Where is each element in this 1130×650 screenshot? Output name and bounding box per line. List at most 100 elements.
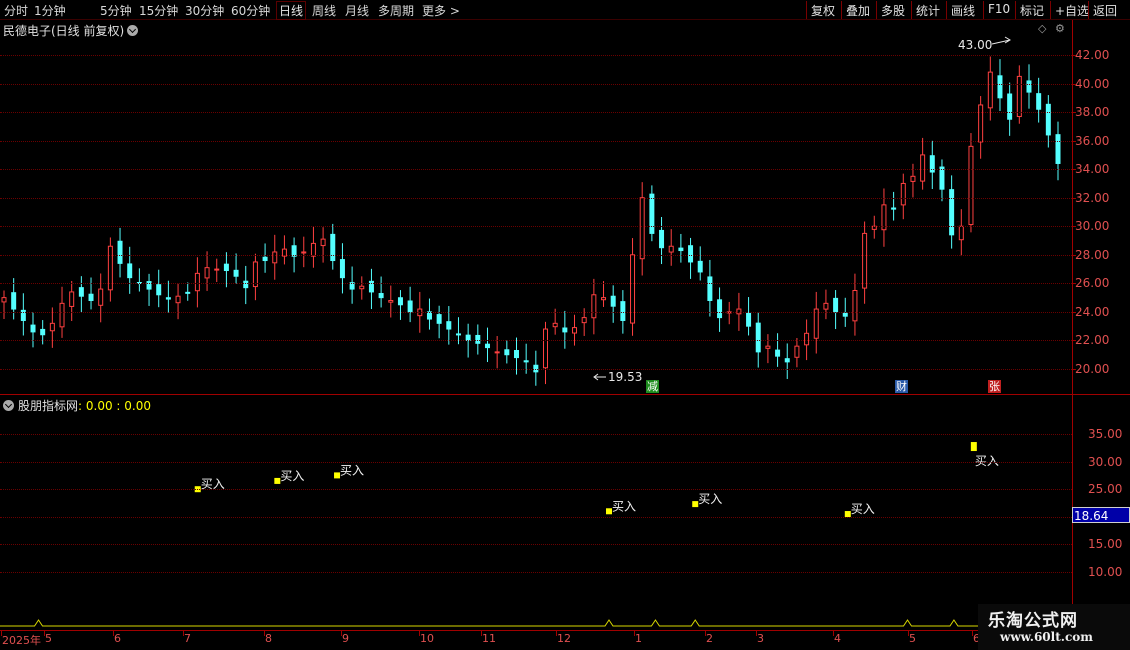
badge-finance[interactable]: 财: [895, 380, 908, 393]
tab-60min[interactable]: 60分钟: [231, 2, 270, 19]
tab-15min[interactable]: 15分钟: [139, 2, 178, 19]
tab-1min[interactable]: 1分钟: [34, 2, 66, 19]
y-tick-mark: [1072, 369, 1076, 370]
badge-rise[interactable]: 张: [988, 380, 1001, 393]
candlestick-chart[interactable]: [0, 20, 1072, 394]
indicator-y-tick-label: 35.00: [1088, 427, 1123, 441]
y-tick-mark: [1072, 83, 1076, 85]
candle-body: [746, 312, 752, 327]
candle-body: [378, 293, 384, 299]
date-label: 2025年: [2, 634, 41, 647]
overlay-button[interactable]: 叠加: [841, 1, 874, 19]
candle-body: [301, 251, 307, 254]
low-price-label: 19.53: [608, 370, 643, 384]
candle-body: [823, 302, 829, 310]
indicator-gridline: [0, 489, 1072, 491]
y-tick-mark: [1072, 197, 1076, 199]
date-tick-mark: [556, 630, 557, 636]
candle-body: [572, 327, 578, 334]
candle-body: [494, 351, 500, 354]
high-price-label: 43.00: [958, 38, 993, 52]
period-toolbar: 分时 1分钟 5分钟 15分钟 30分钟 60分钟 日线 周线 月线 多周期 更…: [0, 0, 1130, 20]
candle-body: [117, 240, 123, 264]
y-tick-mark: [1072, 311, 1076, 313]
candle-body: [939, 166, 945, 190]
indicator-chart[interactable]: 买入买入 买入买入买入买入买入: [0, 395, 1072, 630]
candle-body: [649, 193, 655, 234]
candle-body: [707, 276, 713, 301]
fuquan-button[interactable]: 复权: [806, 1, 839, 19]
candle-body: [11, 292, 17, 310]
y-tick-label: 38.00: [1075, 105, 1110, 120]
candle-body: [552, 322, 558, 328]
candle-body: [165, 297, 171, 300]
candle-body: [804, 332, 810, 346]
date-tick-mark: [264, 630, 265, 636]
y-tick-label: 28.00: [1075, 247, 1110, 262]
candle-body: [591, 294, 597, 319]
candle-body: [523, 360, 529, 363]
candle-body: [543, 328, 549, 369]
candle-body: [755, 322, 761, 353]
buy-signal-label: 买入: [280, 469, 304, 483]
gridline: [0, 140, 1072, 142]
candle-body: [775, 349, 781, 357]
x-axis-line: [0, 630, 978, 631]
candle-body: [1016, 75, 1022, 118]
indicator-gridline: [0, 516, 1072, 518]
mark-button[interactable]: 标记: [1015, 1, 1048, 19]
tab-weekly[interactable]: 周线: [312, 2, 336, 19]
date-label: 11: [482, 632, 496, 645]
back-button[interactable]: 返回: [1088, 1, 1121, 19]
candle-body: [601, 297, 607, 301]
candle-body: [852, 290, 858, 322]
watermark: 乐淘公式网 www.60lt.com: [978, 604, 1130, 650]
candle-body: [813, 308, 819, 339]
gridline: [0, 55, 1072, 56]
multi-stock-button[interactable]: 多股: [876, 1, 909, 19]
candle-body: [513, 350, 519, 359]
y-tick-label: 20.00: [1075, 362, 1110, 376]
y-tick-label: 36.00: [1075, 133, 1110, 148]
date-tick-mark: [634, 630, 635, 636]
y-tick-label: 42.00: [1075, 48, 1110, 62]
tab-monthly[interactable]: 月线: [345, 2, 369, 19]
date-tick-mark: [183, 630, 184, 636]
candle-body: [987, 71, 993, 109]
candle-body: [784, 358, 790, 363]
draw-line-button[interactable]: 画线: [946, 1, 979, 19]
tab-5min[interactable]: 5分钟: [100, 2, 132, 19]
watermark-url: www.60lt.com: [1000, 630, 1093, 644]
badge-reduce[interactable]: 减: [646, 380, 659, 393]
f10-button[interactable]: F10: [983, 1, 1014, 19]
candle-body: [997, 75, 1003, 99]
tab-more[interactable]: 更多 >: [422, 2, 460, 19]
candle-body: [214, 268, 220, 271]
y-tick-mark: [1072, 226, 1076, 228]
candle-body: [233, 269, 239, 277]
y-tick-label: 32.00: [1075, 190, 1110, 205]
candle-body: [668, 245, 674, 253]
candle-body: [127, 263, 133, 279]
indicator-y-tick-label: 10.00: [1088, 565, 1123, 579]
candle-body: [610, 295, 616, 307]
candle-body: [49, 322, 55, 332]
add-watchlist-button[interactable]: +自选: [1050, 1, 1093, 19]
tab-multi[interactable]: 多周期: [378, 2, 414, 19]
candle-body: [223, 263, 229, 272]
candle-body: [1036, 93, 1042, 110]
date-label: 4: [834, 632, 841, 645]
stats-button[interactable]: 统计: [911, 1, 944, 19]
gridline: [0, 169, 1072, 171]
candle-body: [717, 299, 723, 319]
candle-body: [688, 245, 694, 263]
tab-daily[interactable]: 日线: [276, 1, 307, 20]
tab-30min[interactable]: 30分钟: [185, 2, 224, 19]
candle-body: [243, 280, 249, 289]
candle-body: [1055, 134, 1061, 164]
tab-fenshi[interactable]: 分时: [4, 2, 28, 19]
candle-body: [900, 182, 906, 206]
buy-signal-label: 买入: [851, 502, 875, 516]
y-tick-label: 30.00: [1075, 219, 1110, 234]
date-label: 6: [114, 632, 121, 645]
